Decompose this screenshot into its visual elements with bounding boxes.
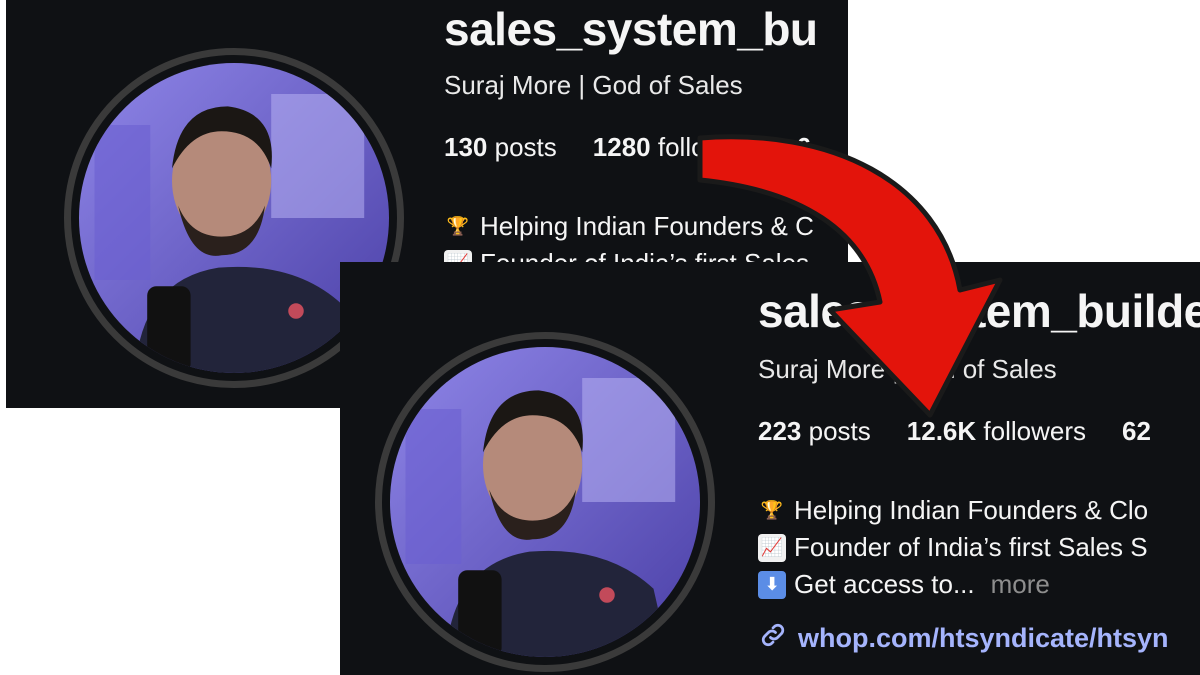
trophy-icon: 🏆 [446, 216, 470, 236]
profile-avatar[interactable] [375, 332, 715, 672]
bio-line: ⬇ Get access to... more [758, 566, 1148, 603]
profile-stats: 223 posts 12.6K followers 62 [758, 416, 1151, 447]
profile-subtitle: Suraj More | God of Sales [444, 70, 743, 100]
bio-text: Helping Indian Founders & Clo [794, 495, 1149, 525]
followers-count: 12.6K [906, 416, 977, 446]
bio-line: 🏆 Helping Indian Founders & Clo [758, 492, 1148, 529]
followers-count: 1280 [592, 132, 651, 162]
trophy-icon: 🏆 [760, 500, 784, 520]
followers-label: followers [983, 416, 1086, 446]
posts-stat[interactable]: 223 posts [758, 416, 871, 447]
red-arrow-icon [697, 134, 1003, 418]
username: sales_system_bu [444, 3, 818, 55]
followers-stat[interactable]: 12.6K followers [907, 416, 1086, 447]
posts-stat[interactable]: 130 posts [444, 132, 557, 163]
link-icon [758, 620, 788, 657]
bio-text: Get access to... [794, 569, 975, 599]
posts-count: 223 [758, 416, 802, 446]
profile-link[interactable]: whop.com/htsyndicate/htsyn [758, 620, 1169, 657]
following-count: 62 [1122, 416, 1151, 446]
bio-line: 📈 Founder of India’s first Sales S [758, 529, 1148, 566]
link-text: whop.com/htsyndicate/htsyn [798, 623, 1169, 653]
posts-label: posts [808, 416, 871, 446]
more-link[interactable]: more [991, 566, 1050, 603]
profile-bio: 🏆 Helping Indian Founders & Clo 📈 Founde… [758, 492, 1148, 603]
chart-up-icon: 📈 [758, 533, 786, 562]
following-stat[interactable]: 62 [1122, 416, 1151, 447]
posts-count: 130 [444, 132, 488, 162]
bio-text: Founder of India’s first Sales S [794, 532, 1148, 562]
posts-label: posts [494, 132, 557, 162]
down-arrow-icon: ⬇ [758, 570, 786, 599]
